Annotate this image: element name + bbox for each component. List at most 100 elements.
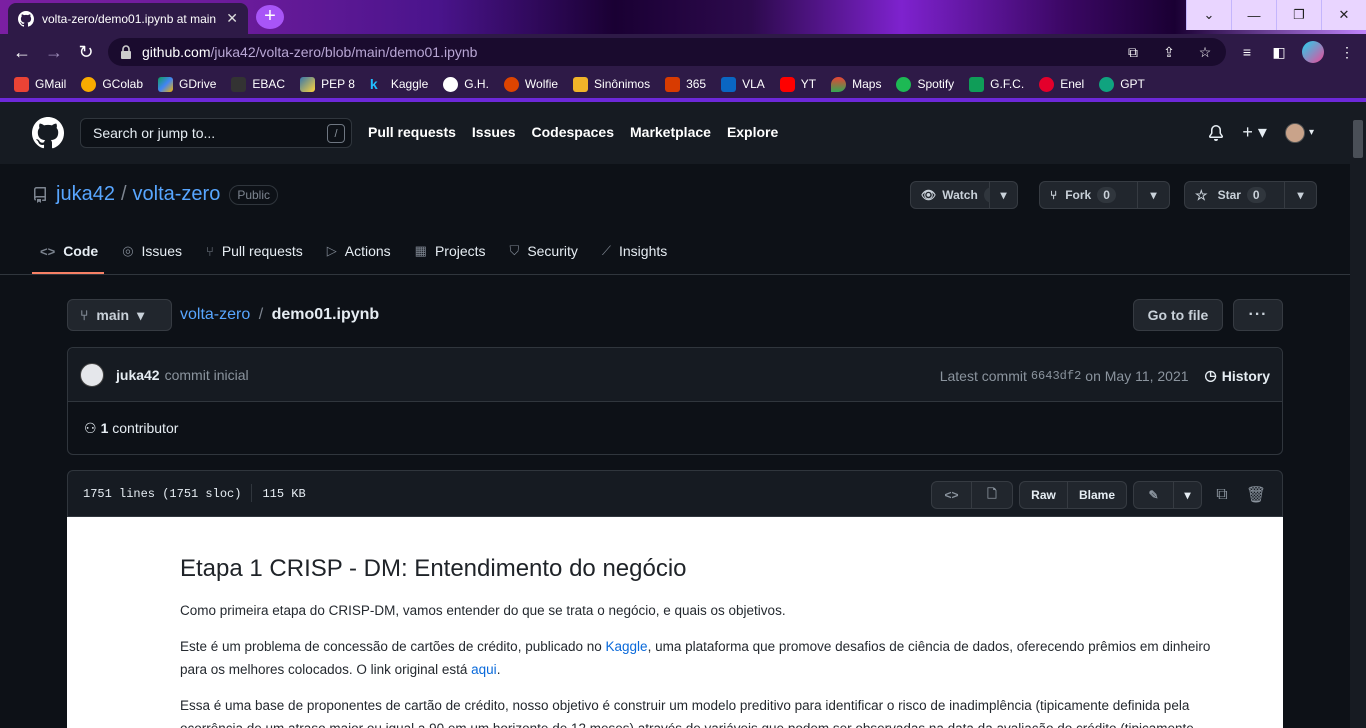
share-icon[interactable]: ⇪: [1160, 43, 1178, 61]
watch-dropdown-button[interactable]: ▾: [990, 181, 1018, 209]
minimize-icon[interactable]: —: [1231, 0, 1276, 30]
star-button[interactable]: ☆ Star 0: [1184, 181, 1285, 209]
create-new-plus-icon[interactable]: + ▾: [1242, 122, 1267, 143]
graph-icon: ⟋: [601, 243, 611, 258]
copy-icon[interactable]: ⧉: [1208, 481, 1236, 509]
bookmark-gdrive[interactable]: GDrive: [158, 76, 216, 92]
tab-pull-requests[interactable]: ⑂ Pull requests: [198, 236, 311, 266]
tab-search-icon[interactable]: ⌄: [1186, 0, 1231, 30]
bookmark-gpt[interactable]: GPT: [1099, 76, 1145, 92]
visibility-badge: Public: [229, 184, 278, 205]
kaggle-link[interactable]: Kaggle: [606, 639, 648, 654]
notifications-bell-icon[interactable]: [1208, 124, 1224, 141]
notebook-heading: Etapa 1 CRISP - DM: Entendimento do negó…: [180, 555, 687, 582]
bookmark-ebac[interactable]: EBAC: [231, 76, 285, 92]
bookmark-enel[interactable]: Enel: [1039, 76, 1084, 92]
bookmark-gmail[interactable]: GMail: [14, 76, 66, 92]
bookmark-maps[interactable]: Maps: [831, 76, 881, 92]
nav-marketplace[interactable]: Marketplace: [630, 124, 711, 140]
caret-down-icon: ▾: [137, 306, 145, 323]
file-info-divider: [251, 484, 253, 502]
nav-explore[interactable]: Explore: [727, 124, 778, 140]
bookmark-sinonimos[interactable]: Sinônimos: [573, 76, 650, 92]
go-to-file-button[interactable]: Go to file: [1133, 299, 1223, 331]
tab-actions[interactable]: ▷ Actions: [319, 236, 399, 266]
commit-author-avatar[interactable]: [80, 362, 104, 387]
bookmark-gfc[interactable]: G.F.C.: [969, 76, 1024, 92]
nav-codespaces[interactable]: Codespaces: [532, 124, 614, 140]
original-link[interactable]: aqui: [471, 662, 497, 677]
forward-arrow-icon[interactable]: →: [43, 41, 65, 63]
bookmark-365[interactable]: 365: [665, 76, 706, 92]
star-dropdown-button[interactable]: ▾: [1285, 181, 1317, 209]
scrollbar-thumb[interactable]: [1353, 120, 1363, 158]
bookmark-spotify[interactable]: Spotify: [896, 76, 954, 92]
nav-pull-requests[interactable]: Pull requests: [368, 124, 456, 140]
bookmark-gh[interactable]: G.H.: [443, 76, 489, 92]
repo-name-link[interactable]: volta-zero: [133, 183, 221, 206]
commit-author-link[interactable]: juka42: [116, 367, 160, 383]
edit-dropdown-button[interactable]: ▾: [1174, 481, 1202, 509]
bookmark-kaggle[interactable]: k Kaggle: [370, 76, 428, 92]
bookmark-wolfie[interactable]: Wolfie: [503, 76, 558, 92]
repo-icon: [34, 186, 46, 203]
chevron-down-icon: ▾: [1308, 127, 1314, 138]
github-logo-icon[interactable]: [32, 117, 64, 149]
bookmark-gcolab[interactable]: GColab: [81, 76, 143, 92]
shield-icon: ⛉: [509, 243, 520, 258]
new-tab-button[interactable]: +: [256, 5, 284, 29]
nav-issues[interactable]: Issues: [472, 124, 516, 140]
url-host: github.com: [142, 44, 211, 60]
fork-button-group: ⑂ Fork 0 ▾: [1039, 181, 1170, 209]
window-close-icon[interactable]: ✕: [1321, 0, 1366, 30]
back-arrow-icon[interactable]: ←: [11, 41, 33, 63]
tab-code[interactable]: <> Code: [32, 236, 106, 266]
trash-icon[interactable]: 🗑: [1242, 481, 1270, 509]
tab-projects[interactable]: ▦ Projects: [407, 236, 494, 266]
more-options-button[interactable]: ···: [1233, 299, 1283, 331]
user-menu[interactable]: ▾: [1284, 122, 1314, 143]
edit-file-button[interactable]: ✎: [1133, 481, 1174, 509]
bookmark-vla[interactable]: VLA: [721, 76, 765, 92]
page-scrollbar[interactable]: [1350, 102, 1366, 728]
tab-security[interactable]: ⛉ Security: [502, 236, 586, 266]
repo-owner-link[interactable]: juka42: [56, 183, 115, 206]
watch-button[interactable]: 👁 Watch 1: [910, 181, 1003, 209]
fork-dropdown-button[interactable]: ▾: [1138, 181, 1170, 209]
tab-close-icon[interactable]: ✕: [226, 10, 238, 27]
bookmark-star-icon[interactable]: ☆: [1196, 43, 1214, 61]
search-input[interactable]: Search or jump to... /: [80, 118, 352, 148]
bookmark-yt[interactable]: YT: [779, 76, 816, 92]
display-source-button[interactable]: <>: [931, 481, 972, 509]
breadcrumb: volta-zero / demo01.ipynb: [180, 306, 379, 324]
profile-avatar-icon[interactable]: [1302, 41, 1324, 63]
reload-icon[interactable]: ↻: [75, 41, 97, 63]
blame-button[interactable]: Blame: [1068, 481, 1127, 509]
raw-button[interactable]: Raw: [1019, 481, 1068, 509]
media-queue-icon[interactable]: ≡: [1238, 43, 1256, 61]
issue-opened-icon: ◎: [122, 243, 134, 258]
fork-button[interactable]: ⑂ Fork 0: [1039, 181, 1138, 209]
side-panel-icon[interactable]: ◧: [1270, 43, 1288, 61]
breadcrumb-repo-link[interactable]: volta-zero: [180, 306, 250, 323]
bookmark-pep8[interactable]: PEP 8: [300, 76, 355, 92]
chrome-menu-icon[interactable]: ⋮: [1338, 43, 1356, 61]
translate-icon[interactable]: ⧉: [1124, 43, 1142, 61]
code-icon: <>: [40, 243, 56, 259]
commit-sha-link[interactable]: 6643df2: [1031, 369, 1081, 383]
fork-count: 0: [1097, 187, 1116, 203]
contributors-link[interactable]: ⚇ 1 contributor: [68, 402, 1282, 454]
tab-insights[interactable]: ⟋ Insights: [594, 236, 675, 266]
display-rich-button[interactable]: 🗋: [972, 481, 1013, 509]
pencil-icon: ✎: [1148, 488, 1159, 502]
history-link[interactable]: ◷ History: [1205, 367, 1270, 384]
search-shortcut-key: /: [327, 124, 345, 143]
address-bar[interactable]: github.com/juka42/volta-zero/blob/main/d…: [108, 38, 1226, 66]
restore-icon[interactable]: ❐: [1276, 0, 1321, 30]
gmail-icon: [14, 76, 29, 92]
commit-message-link[interactable]: commit inicial: [165, 367, 249, 383]
tab-issues[interactable]: ◎ Issues: [114, 236, 190, 266]
file-header: 1751 lines (1751 sloc) 115 KB <> 🗋 Raw B…: [67, 470, 1283, 517]
branch-select-button[interactable]: ⑂ main ▾: [67, 299, 172, 331]
browser-tab-active[interactable]: volta-zero/demo01.ipynb at main ✕: [8, 3, 248, 34]
